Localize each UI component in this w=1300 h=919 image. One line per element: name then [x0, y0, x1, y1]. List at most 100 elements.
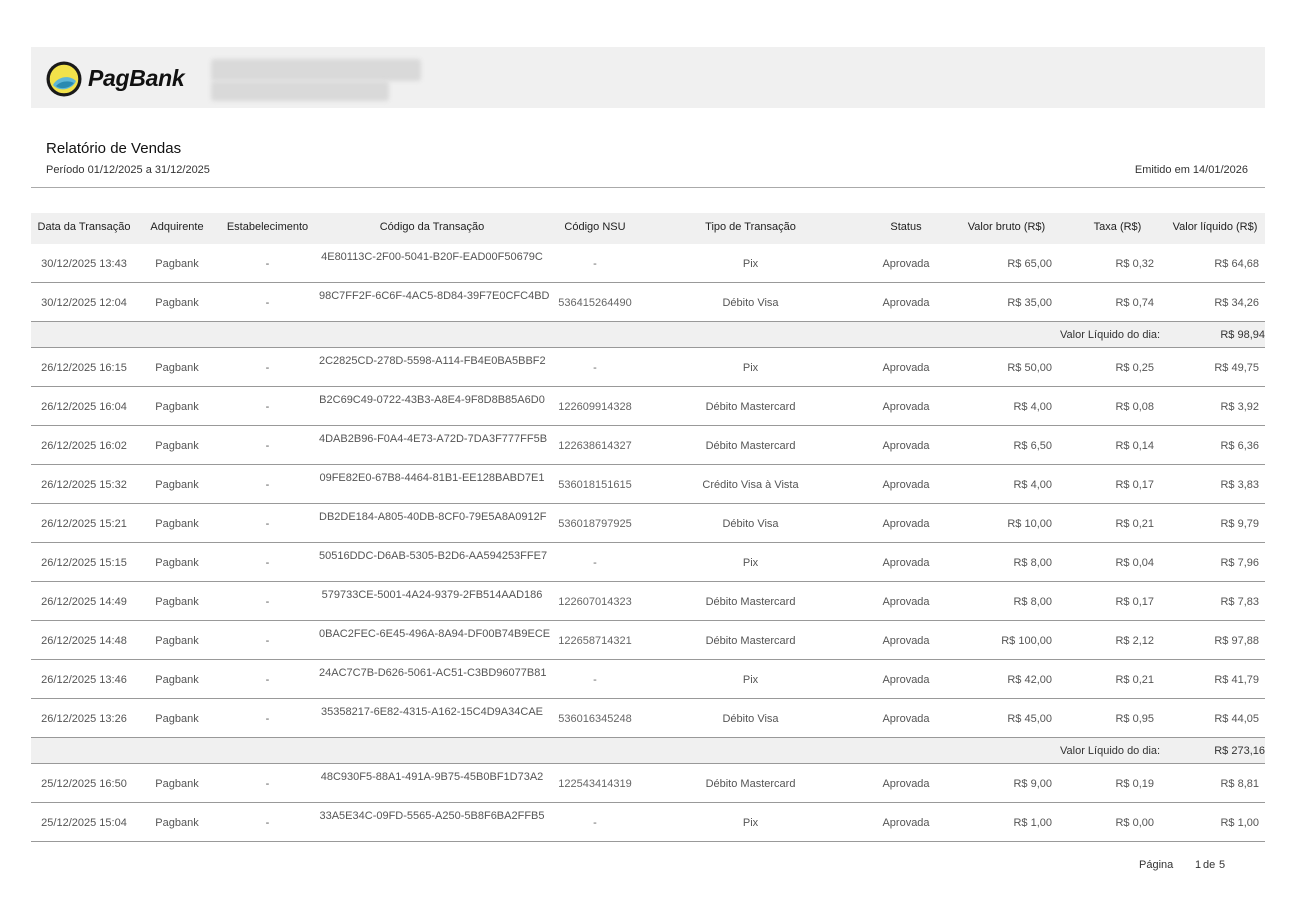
cell-transaction-code: 4E80113C-2F00-5041-B20F-EAD00F50679C	[321, 251, 543, 263]
cell-nsu: 122609914328	[558, 401, 632, 413]
table-row: 25/12/2025 15:04 Pagbank - 33A5E34C-09FD-55…	[31, 803, 1265, 842]
cell-status: Aprovada	[882, 674, 930, 686]
table-row: 26/12/2025 13:26 Pagbank - 35358217-6E82-43…	[31, 699, 1265, 738]
cell-fee: R$ 0,95	[1115, 713, 1154, 725]
cell-date: 30/12/2025 13:43	[41, 258, 127, 270]
cell-acquirer: Pagbank	[155, 258, 199, 270]
cell-establishment: -	[265, 440, 270, 452]
cell-nsu: 122658714321	[558, 635, 632, 647]
cell-net-value: R$ 7,96	[1220, 557, 1259, 569]
daily-subtotal-value: R$ 273,16	[1214, 745, 1265, 757]
cell-fee: R$ 0,14	[1115, 440, 1154, 452]
cell-transaction-type: Crédito Visa à Vista	[702, 479, 799, 491]
cell-establishment: -	[265, 258, 270, 270]
cell-nsu: 122607014323	[558, 596, 632, 608]
cell-fee: R$ 0,04	[1115, 557, 1154, 569]
cell-net-value: R$ 6,36	[1220, 440, 1259, 452]
daily-subtotal-label: Valor Líquido do dia:	[1060, 329, 1161, 341]
header-fee: Taxa (R$)	[1093, 221, 1142, 233]
cell-date: 26/12/2025 13:26	[41, 713, 127, 725]
cell-gross-value: R$ 50,00	[1007, 362, 1052, 374]
cell-net-value: R$ 49,75	[1214, 362, 1259, 374]
cell-net-value: R$ 7,83	[1220, 596, 1259, 608]
cell-date: 26/12/2025 14:49	[41, 596, 127, 608]
cell-status: Aprovada	[882, 362, 930, 374]
cell-establishment: -	[265, 674, 270, 686]
header-banner: PagBank	[31, 47, 1265, 108]
cell-date: 25/12/2025 16:50	[41, 778, 127, 790]
cell-date: 26/12/2025 15:21	[41, 518, 127, 530]
cell-date: 26/12/2025 15:15	[41, 557, 127, 569]
cell-net-value: R$ 97,88	[1214, 635, 1259, 647]
cell-acquirer: Pagbank	[155, 479, 199, 491]
cell-fee: R$ 0,17	[1115, 479, 1154, 491]
cell-net-value: R$ 8,81	[1220, 778, 1259, 790]
cell-gross-value: R$ 100,00	[1001, 635, 1052, 647]
header-establishment: Estabelecimento	[226, 221, 309, 233]
report-title: Relatório de Vendas	[46, 140, 182, 157]
table-row: 26/12/2025 15:15 Pagbank - 50516DDC-D6AB-53…	[31, 543, 1265, 582]
cell-gross-value: R$ 35,00	[1007, 297, 1052, 309]
header-status: Status	[890, 221, 922, 233]
cell-acquirer: Pagbank	[155, 362, 199, 374]
cell-fee: R$ 2,12	[1115, 635, 1154, 647]
cell-net-value: R$ 44,05	[1214, 713, 1259, 725]
cell-transaction-code: B2C69C49-0722-43B3-A8E4-9F8D8B85A6D0	[319, 394, 545, 406]
cell-nsu: 536018797925	[558, 518, 632, 530]
transactions-table-body: 30/12/2025 13:43 Pagbank - 4E80113C-2F00-50…	[31, 244, 1265, 842]
cell-transaction-code: 2C2825CD-278D-5598-A114-FB4E0BA5BBF2	[319, 355, 546, 367]
cell-nsu: -	[593, 258, 597, 270]
cell-fee: R$ 0,32	[1115, 258, 1154, 270]
cell-gross-value: R$ 9,00	[1013, 778, 1052, 790]
cell-gross-value: R$ 10,00	[1007, 518, 1052, 530]
cell-date: 26/12/2025 15:32	[41, 479, 127, 491]
cell-date: 26/12/2025 13:46	[41, 674, 127, 686]
cell-nsu: 536016345248	[558, 713, 632, 725]
pagbank-logo-icon	[46, 61, 82, 97]
cell-date: 30/12/2025 12:04	[41, 297, 127, 309]
cell-transaction-type: Débito Mastercard	[705, 440, 796, 452]
cell-status: Aprovada	[882, 440, 930, 452]
cell-acquirer: Pagbank	[155, 713, 199, 725]
cell-transaction-type: Pix	[742, 362, 759, 374]
cell-nsu: -	[593, 817, 597, 829]
cell-acquirer: Pagbank	[155, 297, 199, 309]
cell-transaction-type: Pix	[742, 817, 759, 829]
cell-nsu: 122638614327	[558, 440, 632, 452]
cell-establishment: -	[265, 817, 270, 829]
cell-transaction-code: 35358217-6E82-4315-A162-15C4D9A34CAE	[321, 706, 543, 718]
cell-fee: R$ 0,21	[1115, 674, 1154, 686]
table-header: Data da Transação Adquirente Estabelecim…	[31, 213, 1265, 244]
cell-acquirer: Pagbank	[155, 596, 199, 608]
cell-date: 26/12/2025 16:02	[41, 440, 127, 452]
cell-transaction-type: Pix	[742, 258, 759, 270]
cell-establishment: -	[265, 401, 270, 413]
cell-nsu: 536018151615	[558, 479, 632, 491]
cell-status: Aprovada	[882, 635, 930, 647]
cell-fee: R$ 0,21	[1115, 518, 1154, 530]
cell-nsu: 122543414319	[558, 778, 632, 790]
cell-transaction-type: Débito Mastercard	[705, 596, 796, 608]
cell-acquirer: Pagbank	[155, 440, 199, 452]
cell-establishment: -	[265, 362, 270, 374]
report-period: Período 01/12/2025 a 31/12/2025	[46, 164, 210, 176]
cell-status: Aprovada	[882, 518, 930, 530]
cell-net-value: R$ 34,26	[1214, 297, 1259, 309]
cell-transaction-code: 0BAC2FEC-6E45-496A-8A94-DF00B74B9ECE	[319, 628, 551, 640]
cell-transaction-type: Débito Mastercard	[705, 401, 796, 413]
header-nsu: Código NSU	[564, 221, 626, 233]
cell-transaction-type: Pix	[742, 674, 759, 686]
cell-gross-value: R$ 42,00	[1007, 674, 1052, 686]
table-row: 26/12/2025 14:48 Pagbank - 0BAC2FEC-6E45-49…	[31, 621, 1265, 660]
cell-establishment: -	[265, 557, 270, 569]
page-current: 1	[1195, 859, 1202, 871]
table-row: 30/12/2025 13:43 Pagbank - 4E80113C-2F00-50…	[31, 244, 1265, 283]
cell-transaction-type: Débito Mastercard	[705, 635, 796, 647]
cell-establishment: -	[265, 635, 270, 647]
cell-gross-value: R$ 4,00	[1013, 401, 1052, 413]
cell-net-value: R$ 1,00	[1220, 817, 1259, 829]
cell-net-value: R$ 41,79	[1214, 674, 1259, 686]
redacted-info-2	[211, 81, 389, 101]
cell-status: Aprovada	[882, 778, 930, 790]
cell-transaction-type: Débito Visa	[722, 518, 779, 530]
